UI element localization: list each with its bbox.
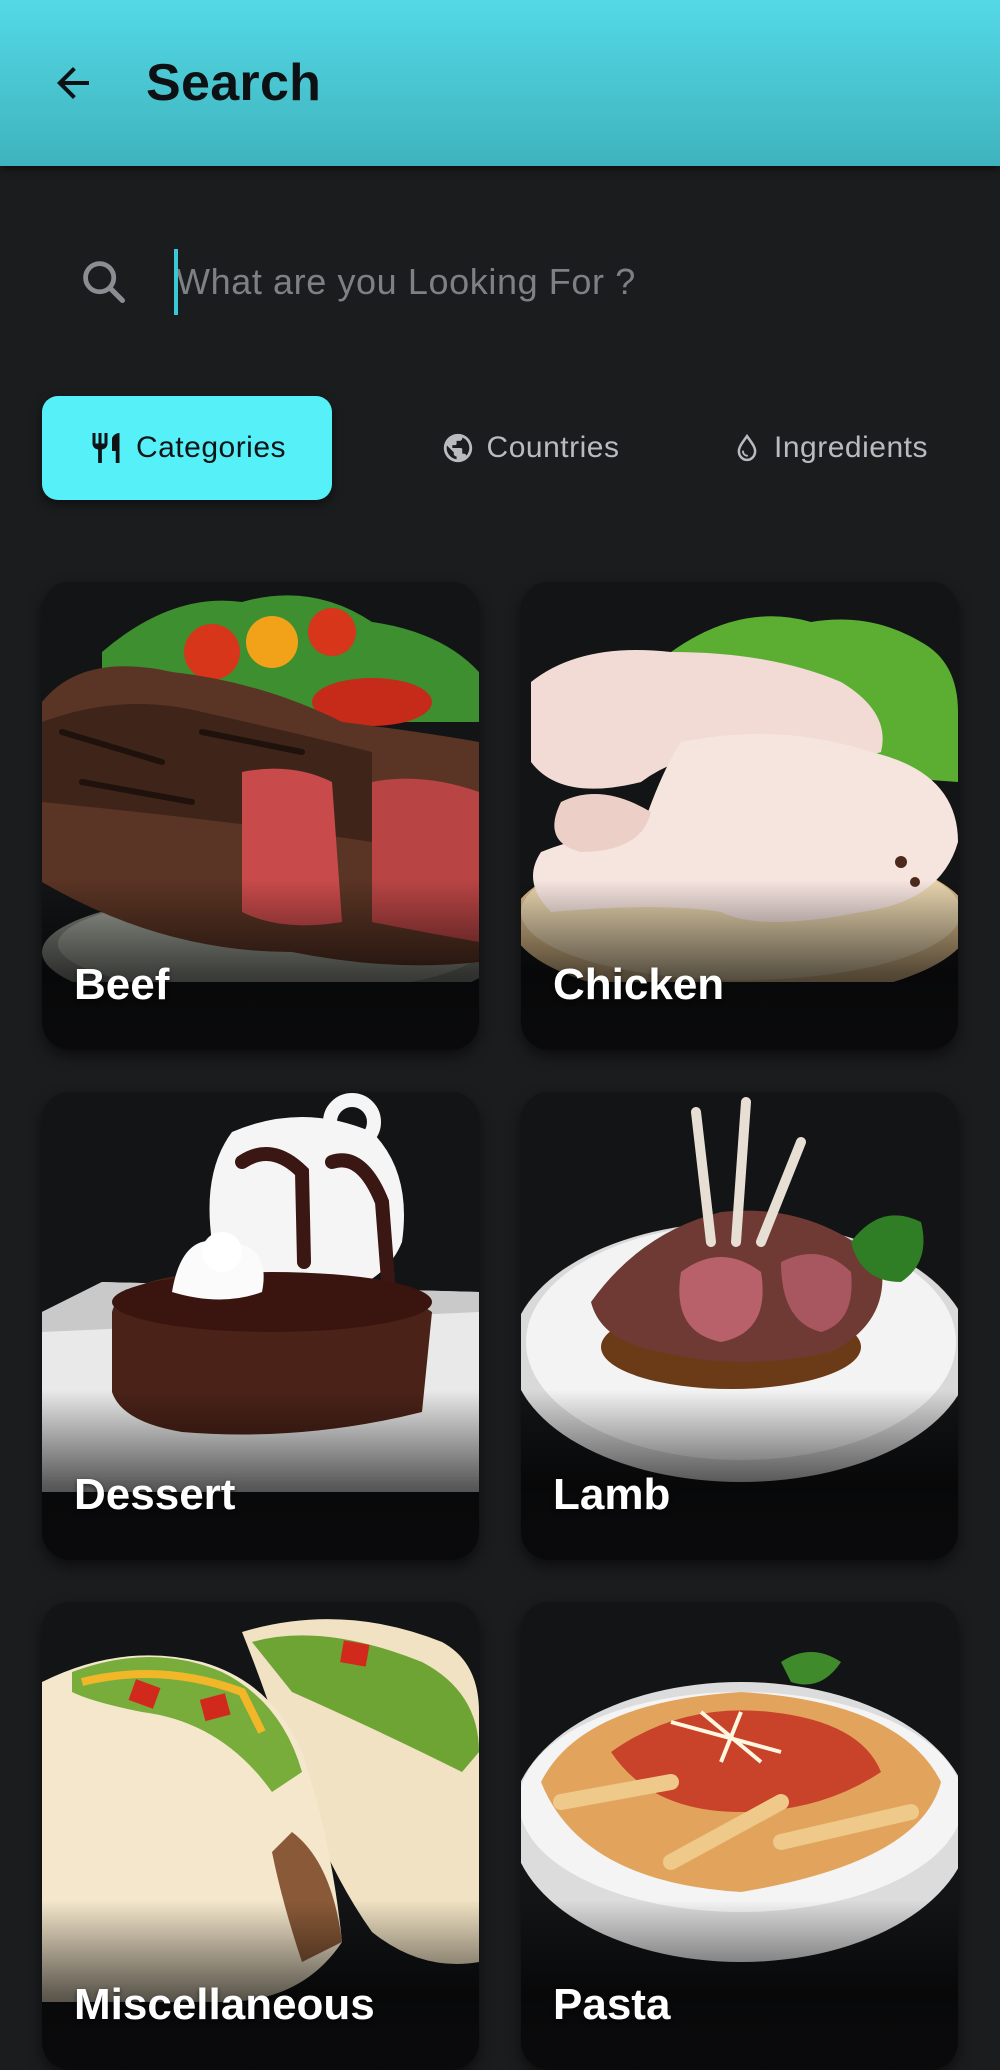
category-card-miscellaneous[interactable]: Miscellaneous <box>42 1602 479 2070</box>
category-card-pasta[interactable]: Pasta <box>521 1602 958 2070</box>
drop-icon <box>732 433 762 463</box>
category-card-dessert[interactable]: Dessert <box>42 1092 479 1560</box>
arrow-back-icon <box>57 67 89 99</box>
category-card-chicken[interactable]: Chicken <box>521 582 958 1050</box>
search-input[interactable] <box>176 250 936 314</box>
category-label: Miscellaneous <box>74 1980 375 2029</box>
tab-categories[interactable]: Categories <box>42 396 332 500</box>
tab-label: Countries <box>486 431 620 464</box>
tab-label: Categories <box>135 431 287 464</box>
tab-countries[interactable]: Countries <box>380 396 680 500</box>
category-card-beef[interactable]: Beef <box>42 582 479 1050</box>
page-title: Search <box>146 54 322 112</box>
tab-label: Ingredients <box>774 431 928 464</box>
filter-tabs: Categories Countries Ingredients <box>40 396 960 502</box>
category-label: Beef <box>74 960 170 1009</box>
category-label: Chicken <box>553 960 725 1009</box>
category-label: Dessert <box>74 1470 236 1519</box>
text-cursor <box>174 249 178 315</box>
category-label: Lamb <box>553 1470 671 1519</box>
category-card-lamb[interactable]: Lamb <box>521 1092 958 1560</box>
tab-ingredients[interactable]: Ingredients <box>680 396 980 500</box>
back-button[interactable] <box>40 50 106 116</box>
search-icon <box>83 261 126 304</box>
app-bar: Search <box>0 0 1000 166</box>
category-label: Pasta <box>553 1980 671 2029</box>
globe-icon <box>441 431 475 465</box>
fork-knife-icon <box>88 430 124 466</box>
search-bar <box>40 232 960 332</box>
